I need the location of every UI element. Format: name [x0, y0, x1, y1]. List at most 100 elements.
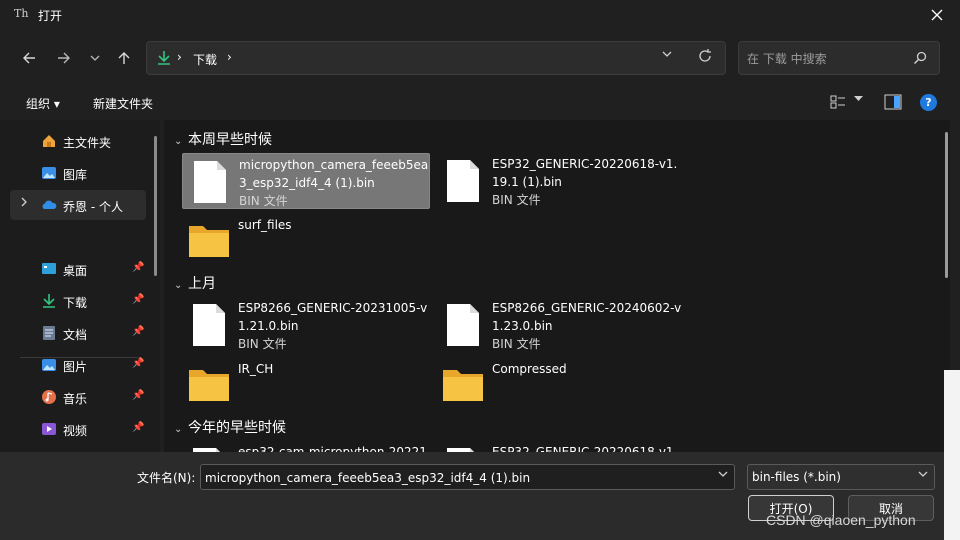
up-arrow-icon: [118, 52, 130, 64]
file-icon: [447, 160, 479, 202]
file-list-scrollbar[interactable]: [945, 132, 948, 278]
search-icon: [913, 51, 927, 65]
desktop-icon: [42, 263, 56, 274]
folder-name: IR_CH: [238, 362, 274, 376]
sidebar-item-label: 下载: [63, 296, 88, 310]
group-header-label: 今年的早些时候: [188, 420, 286, 436]
filename-combobox[interactable]: [200, 464, 735, 490]
new-folder-button[interactable]: 新建文件夹: [93, 95, 153, 112]
file-name: ESP8266_GENERIC-20240602-v1.23.0.bin: [492, 301, 682, 333]
home-icon: [43, 135, 55, 147]
sidebar-item-label: 乔恩 - 个人: [63, 200, 123, 214]
sidebar-item-music[interactable]: 音乐 📌: [10, 382, 146, 412]
navigation-pane: 主文件夹 图库 乔恩 - 个人 桌面 📌 下载 📌 文档 📌 图片 📌 音乐 📌…: [0, 120, 160, 452]
pin-icon: 📌: [132, 326, 145, 337]
pin-icon: 📌: [132, 294, 145, 305]
watermark: CSDN @qiaoen_python: [766, 512, 916, 528]
folder-icon: [443, 370, 483, 401]
sidebar-item-onedrive[interactable]: 乔恩 - 个人: [10, 190, 146, 220]
chevron-down-icon[interactable]: ⌄: [174, 424, 188, 435]
help-icon[interactable]: ?: [920, 94, 937, 111]
download-icon: [158, 51, 170, 65]
sidebar-item-label: 图库: [63, 168, 88, 182]
back-arrow-icon: [23, 52, 35, 64]
sidebar-item-pictures[interactable]: 图片 📌: [10, 350, 146, 380]
back-button[interactable]: [17, 44, 41, 72]
title-bar: Th 打开: [0, 0, 960, 30]
close-button[interactable]: [914, 0, 960, 30]
gallery-icon: [42, 167, 56, 179]
file-type: BIN 文件: [238, 337, 287, 351]
file-type-value: bin-files (*.bin): [752, 470, 841, 484]
sidebar-item-videos[interactable]: 视频 📌: [10, 414, 146, 444]
app-icon: Th: [14, 7, 29, 20]
sidebar-item-label: 图片: [63, 360, 88, 374]
organize-menu-button[interactable]: 组织 ▾: [26, 95, 60, 112]
up-button[interactable]: [112, 44, 136, 72]
chevron-down-icon[interactable]: ⌄: [174, 280, 188, 291]
preview-pane-icon[interactable]: [884, 94, 902, 110]
file-type: BIN 文件: [492, 337, 541, 351]
picture-icon: [42, 359, 56, 371]
folder-name: Compressed: [492, 362, 567, 376]
folder-icon: [189, 370, 229, 401]
file-name: micropython_camera_feeeb5ea3_esp32_idf4_…: [239, 158, 429, 190]
chevron-down-icon: [90, 55, 100, 61]
chevron-down-icon[interactable]: [718, 470, 728, 478]
sidebar-item-desktop[interactable]: 桌面 📌: [10, 254, 146, 284]
window-title: 打开: [38, 9, 63, 23]
filename-label: 文件名(N):: [137, 471, 196, 485]
group-header[interactable]: ⌄ 今年的早些时候: [174, 417, 286, 437]
breadcrumb-downloads[interactable]: 下载: [193, 51, 217, 68]
breadcrumb-separator[interactable]: ›: [177, 50, 182, 64]
sidebar-scrollbar[interactable]: [154, 136, 157, 276]
forward-button[interactable]: [52, 44, 76, 72]
file-name: ESP8266_GENERIC-20231005-v1.21.0.bin: [238, 301, 428, 333]
folder-name: surf_files: [238, 218, 292, 232]
chevron-down-icon: [918, 471, 928, 477]
group-header[interactable]: ⌄ 上月: [174, 273, 216, 293]
chevron-down-icon[interactable]: [854, 96, 863, 102]
background-window: [944, 370, 960, 540]
pin-icon: 📌: [132, 390, 145, 401]
search-box[interactable]: [738, 41, 940, 75]
sidebar-item-home[interactable]: 主文件夹: [10, 126, 146, 156]
file-icon: [194, 161, 226, 203]
video-icon: [42, 423, 56, 435]
file-icon: [447, 304, 479, 346]
open-file-dialog: Th 打开 › 下载 › 组织 ▾ 新建文件夹 ? 主: [0, 0, 960, 540]
forward-arrow-icon: [58, 52, 70, 64]
group-header-label: 本周早些时候: [188, 132, 272, 148]
breadcrumb-separator[interactable]: ›: [227, 50, 232, 64]
pin-icon: 📌: [132, 262, 145, 273]
view-options-icon[interactable]: [830, 94, 846, 110]
refresh-icon[interactable]: [697, 48, 713, 64]
file-type: BIN 文件: [492, 193, 541, 207]
pin-icon: 📌: [132, 358, 145, 369]
sidebar-item-documents[interactable]: 文档 📌: [10, 318, 146, 348]
chevron-down-icon[interactable]: ⌄: [174, 136, 188, 147]
chevron-right-icon[interactable]: [20, 197, 28, 207]
sidebar-item-label: 视频: [63, 424, 88, 438]
file-type-select[interactable]: bin-files (*.bin): [747, 464, 935, 490]
recent-locations-button[interactable]: [83, 44, 107, 72]
file-list: ⌄ 本周早些时候 micropython_camera_feeeb5ea3_esp…: [164, 120, 950, 490]
sidebar-item-gallery[interactable]: 图库: [10, 158, 146, 188]
folder-item[interactable]: surf_files: [182, 214, 430, 270]
file-name: ESP32_GENERIC-20220618-v1.19.1 (1).bin: [492, 157, 678, 189]
sidebar-item-label: 音乐: [63, 392, 88, 406]
filename-input[interactable]: [205, 469, 705, 487]
folder-item[interactable]: IR_CH: [182, 358, 430, 414]
file-item[interactable]: micropython_camera_feeeb5ea3_esp32_idf4_…: [182, 153, 430, 209]
search-input[interactable]: [747, 50, 907, 68]
chevron-down-icon[interactable]: [662, 50, 672, 58]
file-item[interactable]: ESP8266_GENERIC-20231005-v1.21.0.bin BIN…: [182, 297, 430, 353]
folder-item[interactable]: Compressed: [436, 358, 684, 414]
address-bar[interactable]: › 下载 ›: [146, 41, 726, 75]
folder-icon: [189, 226, 229, 257]
sidebar-item-downloads[interactable]: 下载 📌: [10, 286, 146, 316]
file-item[interactable]: ESP8266_GENERIC-20240602-v1.23.0.bin BIN…: [436, 297, 684, 353]
onedrive-cloud-icon: [42, 200, 57, 209]
file-item[interactable]: ESP32_GENERIC-20220618-v1.19.1 (1).bin B…: [436, 153, 684, 209]
group-header[interactable]: ⌄ 本周早些时候: [174, 129, 272, 149]
